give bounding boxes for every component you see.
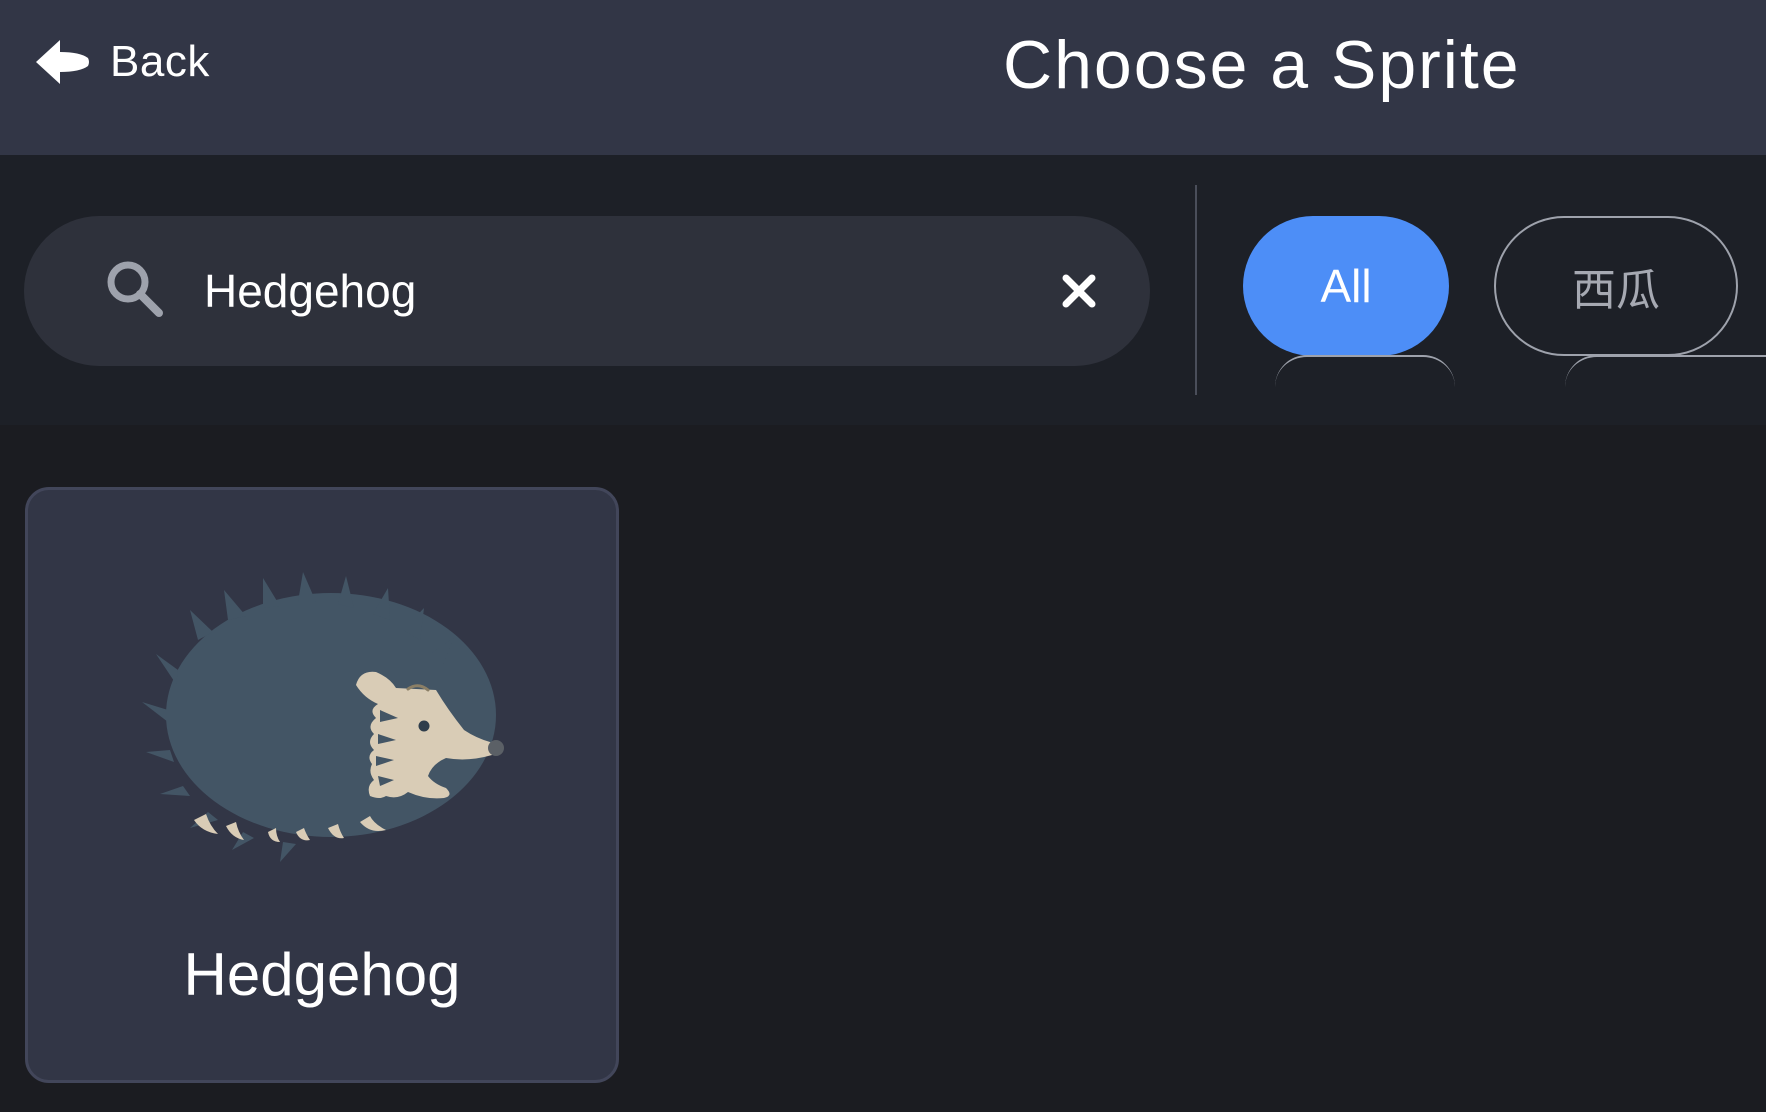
- page-title: Choose a Sprite: [1003, 27, 1521, 103]
- filter-toolbar: All 西瓜: [0, 155, 1766, 425]
- filter-tag-peek: [1565, 355, 1766, 387]
- close-icon: [1062, 274, 1096, 308]
- filter-tag-peek: [1275, 355, 1455, 387]
- back-label: Back: [110, 37, 210, 86]
- back-arrow-icon: [36, 40, 89, 84]
- hedgehog-icon: [142, 572, 504, 862]
- top-bar: Back Choose a Sprite: [0, 0, 1766, 155]
- sprite-card[interactable]: Hedgehog: [25, 487, 619, 1083]
- back-button[interactable]: Back: [34, 30, 210, 94]
- filter-tag-xigua[interactable]: 西瓜: [1494, 216, 1738, 356]
- search-icon: [107, 261, 163, 317]
- sprite-name: Hedgehog: [183, 941, 461, 1008]
- search-input[interactable]: [204, 246, 904, 336]
- filter-tag-all[interactable]: All: [1243, 216, 1449, 356]
- toolbar-divider: [1195, 185, 1197, 395]
- clear-search-button[interactable]: [1048, 260, 1110, 322]
- search-box[interactable]: [24, 216, 1150, 366]
